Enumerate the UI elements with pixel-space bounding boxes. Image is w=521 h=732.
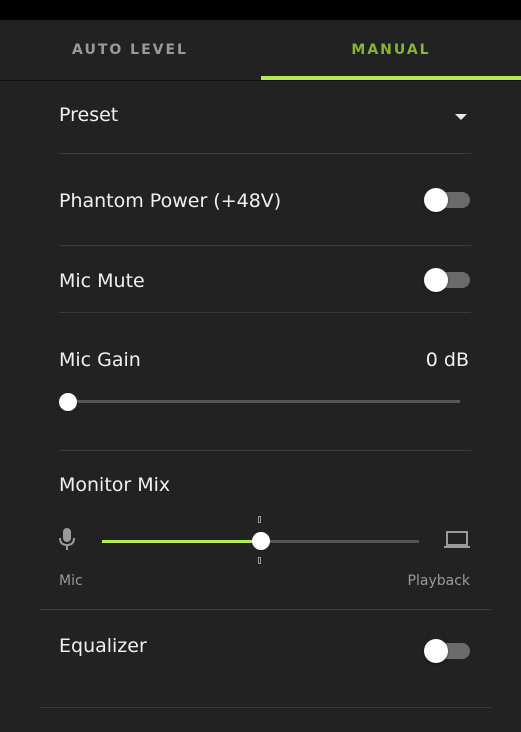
phantom-power-label: Phantom Power (+48V) xyxy=(59,190,282,212)
top-bar xyxy=(0,0,521,20)
mic-gain-label: Mic Gain xyxy=(59,349,141,371)
mic-mute-label: Mic Mute xyxy=(59,270,145,292)
microphone-icon xyxy=(59,528,75,550)
tab-bar: AUTO LEVEL MANUAL xyxy=(0,20,521,81)
mic-gain-value: 0 dB xyxy=(425,349,469,371)
toggle-knob xyxy=(424,639,448,663)
active-tab-indicator xyxy=(261,76,521,80)
tab-auto-level[interactable]: AUTO LEVEL xyxy=(0,20,260,80)
equalizer-toggle[interactable] xyxy=(424,639,470,663)
monitor-mix-left-label: Mic xyxy=(59,573,83,589)
monitor-mix-slider-knob[interactable] xyxy=(251,532,270,550)
divider xyxy=(59,153,471,154)
divider xyxy=(40,707,491,708)
mic-gain-slider-track[interactable] xyxy=(68,400,460,403)
monitor-mix-right-label: Playback xyxy=(407,573,470,589)
monitor-mix-slider-fill xyxy=(102,540,261,543)
center-tick-top xyxy=(258,516,261,523)
preset-select[interactable]: Preset xyxy=(59,100,471,134)
equalizer-label: Equalizer xyxy=(59,635,147,657)
divider xyxy=(59,450,471,451)
tab-manual[interactable]: MANUAL xyxy=(261,20,521,80)
center-tick-bottom xyxy=(258,557,261,564)
phantom-power-toggle[interactable] xyxy=(424,188,470,212)
preset-label: Preset xyxy=(59,104,119,126)
toggle-knob xyxy=(424,268,448,292)
mic-mute-toggle[interactable] xyxy=(424,268,470,292)
monitor-mix-label: Monitor Mix xyxy=(59,474,171,496)
divider xyxy=(59,245,471,246)
toggle-knob xyxy=(424,188,448,212)
caret-down-icon xyxy=(455,114,467,120)
divider xyxy=(40,609,491,610)
mic-gain-slider-knob[interactable] xyxy=(59,393,77,411)
laptop-icon xyxy=(444,531,470,548)
divider xyxy=(59,312,471,313)
